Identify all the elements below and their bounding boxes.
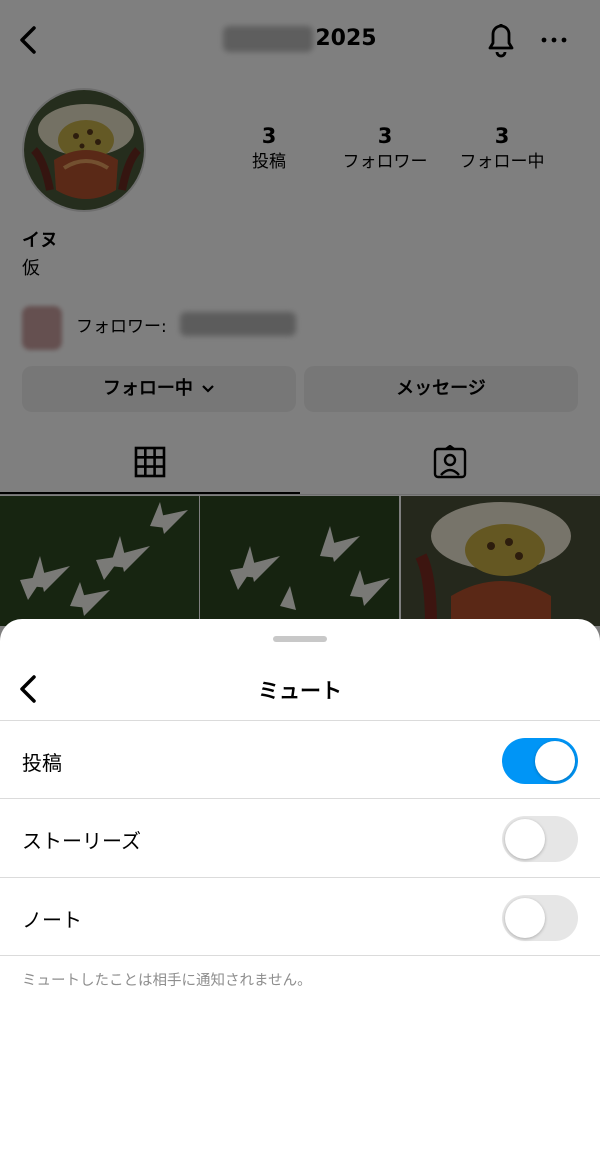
- row-label: 投稿: [22, 751, 62, 775]
- toggle-knob: [505, 819, 545, 859]
- mute-notes-toggle[interactable]: [502, 895, 578, 941]
- mute-row-posts[interactable]: 投稿: [0, 721, 600, 799]
- sheet-drag-handle[interactable]: [273, 636, 327, 642]
- sheet-title: ミュート: [258, 679, 342, 703]
- divider: [0, 955, 600, 956]
- row-label: ノート: [22, 908, 82, 932]
- mute-row-stories[interactable]: ストーリーズ: [0, 799, 600, 877]
- mute-bottom-sheet: ミュート 投稿 ストーリーズ ノート ミュートしたことは相手に通知されません。: [0, 619, 600, 1160]
- mute-footnote: ミュートしたことは相手に通知されません。: [22, 973, 312, 989]
- toggle-knob: [535, 741, 575, 781]
- row-label: ストーリーズ: [22, 829, 141, 853]
- mute-posts-toggle[interactable]: [502, 738, 578, 784]
- mute-stories-toggle[interactable]: [502, 816, 578, 862]
- mute-row-notes[interactable]: ノート: [0, 878, 600, 956]
- toggle-knob: [505, 898, 545, 938]
